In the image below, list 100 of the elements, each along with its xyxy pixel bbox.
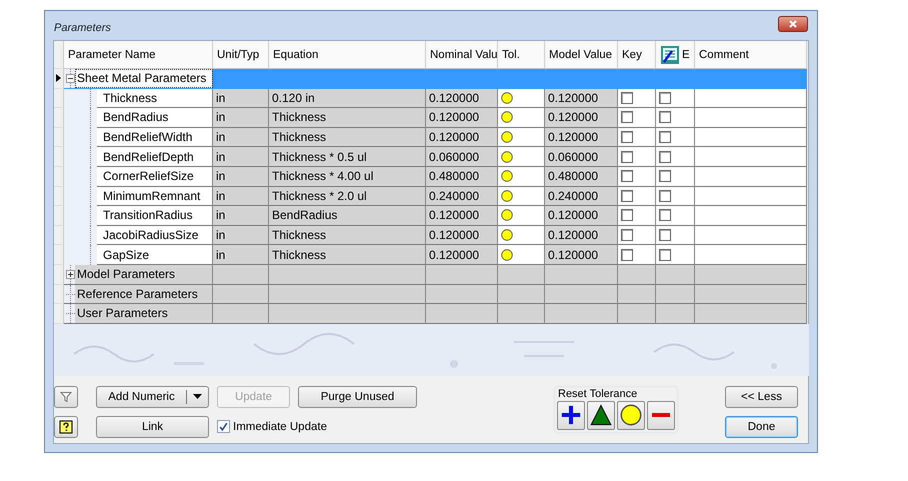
table-cell [498, 304, 545, 324]
dropdown-arrow-icon[interactable] [193, 394, 202, 400]
table-cell: in [213, 206, 269, 226]
table-cell [498, 284, 545, 304]
checkbox[interactable] [621, 248, 633, 261]
check-icon [218, 421, 229, 432]
link-button[interactable]: Link [96, 416, 209, 438]
checkbox[interactable] [659, 229, 671, 242]
group-name-cell[interactable]: Reference Parameters [75, 284, 213, 304]
table-cell: 0.240000 [545, 186, 618, 206]
checkbox[interactable] [621, 229, 633, 242]
window-title: Parameters [54, 22, 111, 34]
table-cell: 0.120000 [545, 128, 618, 148]
table-cell: Thickness [269, 245, 426, 265]
table-cell [213, 264, 269, 285]
table-cell [656, 284, 695, 304]
table-cell [426, 264, 498, 285]
add-numeric-button[interactable]: Add Numeric [96, 386, 209, 408]
collapse-icon[interactable] [66, 74, 75, 83]
close-button[interactable] [778, 16, 808, 32]
checkbox[interactable] [621, 92, 633, 104]
table-cell: 0.120000 [426, 245, 498, 265]
column-header[interactable]: Model Value [545, 41, 618, 69]
table-cell: Thickness [269, 226, 426, 246]
table-cell: 0.060000 [545, 147, 618, 167]
column-header[interactable]: Tol. [498, 41, 545, 69]
column-header[interactable]: Equation [269, 41, 426, 69]
table-cell [426, 304, 498, 324]
table-cell: in [213, 108, 269, 128]
table-cell: in [213, 166, 269, 187]
table-cell [213, 284, 269, 304]
table-cell: in [213, 88, 269, 108]
column-header[interactable]: Comment [695, 41, 807, 69]
help-icon [59, 420, 73, 434]
table-cell: in [213, 245, 269, 265]
table-cell: 0.120000 [426, 108, 498, 128]
table-cell: in [213, 226, 269, 246]
checkbox[interactable] [659, 209, 671, 222]
checkbox[interactable] [659, 190, 671, 202]
parameter-name-cell[interactable]: Thickness [97, 88, 213, 108]
checkbox[interactable] [659, 150, 671, 163]
table-cell [213, 304, 269, 324]
column-header[interactable]: Key [618, 41, 656, 69]
checkbox[interactable] [621, 131, 633, 144]
spreadsheet-icon [660, 44, 680, 64]
checkbox[interactable] [659, 170, 671, 182]
table-cell: 0.120000 [426, 226, 498, 246]
checkbox[interactable] [621, 209, 633, 222]
table-cell [656, 304, 695, 324]
parameter-name-cell[interactable]: TransitionRadius [97, 206, 213, 226]
parameter-name-cell[interactable]: JacobiRadiusSize [97, 226, 213, 246]
table-cell: in [213, 147, 269, 167]
checkbox[interactable] [621, 190, 633, 202]
checkbox[interactable] [621, 170, 633, 182]
table-cell: in [213, 128, 269, 148]
filter-button[interactable] [54, 386, 78, 408]
parameter-name-cell[interactable]: CornerReliefSize [97, 166, 213, 187]
table-cell [426, 284, 498, 304]
column-header[interactable]: E [656, 41, 695, 69]
table-cell: Thickness * 0.5 ul [269, 147, 426, 167]
checkbox[interactable] [659, 131, 671, 144]
purge-unused-button[interactable]: Purge Unused [298, 386, 417, 408]
column-header[interactable]: Parameter Name [64, 41, 213, 69]
table-cell: BendRadius [269, 206, 426, 226]
parameter-name-cell[interactable]: BendReliefDepth [97, 147, 213, 167]
group-label: Reset Tolerance [558, 388, 638, 400]
help-button[interactable] [54, 416, 78, 438]
checkbox[interactable] [659, 248, 671, 261]
parameter-name-cell[interactable]: MinimumRemnant [97, 186, 213, 206]
checkbox[interactable] [659, 111, 671, 124]
close-icon [788, 18, 798, 28]
group-name-cell[interactable]: Sheet Metal Parameters [75, 69, 213, 88]
checkbox[interactable] [621, 111, 633, 124]
less-button[interactable]: << Less [725, 386, 798, 408]
table-cell: 0.120000 [545, 108, 618, 128]
filter-icon [60, 390, 72, 403]
group-name-cell[interactable]: Model Parameters [75, 264, 213, 284]
table-cell: 0.120 in [269, 88, 426, 108]
parameter-name-cell[interactable]: GapSize [97, 245, 213, 265]
group-name-cell[interactable]: User Parameters [75, 304, 213, 323]
table-cell: 0.480000 [545, 166, 618, 187]
parameter-name-cell[interactable]: BendReliefWidth [97, 128, 213, 148]
checkbox[interactable] [621, 150, 633, 163]
table-cell: 0.480000 [426, 166, 498, 187]
column-header[interactable]: Unit/Typ [213, 41, 269, 69]
expand-icon[interactable] [66, 270, 75, 279]
table-cell: 0.240000 [426, 186, 498, 206]
table-cell: 0.120000 [545, 88, 618, 108]
table-cell: 0.120000 [545, 245, 618, 265]
table-cell [618, 284, 656, 304]
done-button[interactable]: Done [725, 416, 798, 438]
immediate-update-checkbox[interactable]: Immediate Update [217, 420, 327, 434]
table-cell: Thickness [269, 128, 426, 148]
column-header[interactable]: Nominal Valu [426, 41, 498, 69]
checkbox[interactable] [659, 92, 671, 104]
parameter-name-cell[interactable]: BendRadius [97, 108, 213, 128]
table-cell [618, 304, 656, 324]
row-header[interactable] [54, 69, 64, 89]
table-cell: Thickness * 2.0 ul [269, 186, 426, 206]
table-cell: in [213, 186, 269, 206]
